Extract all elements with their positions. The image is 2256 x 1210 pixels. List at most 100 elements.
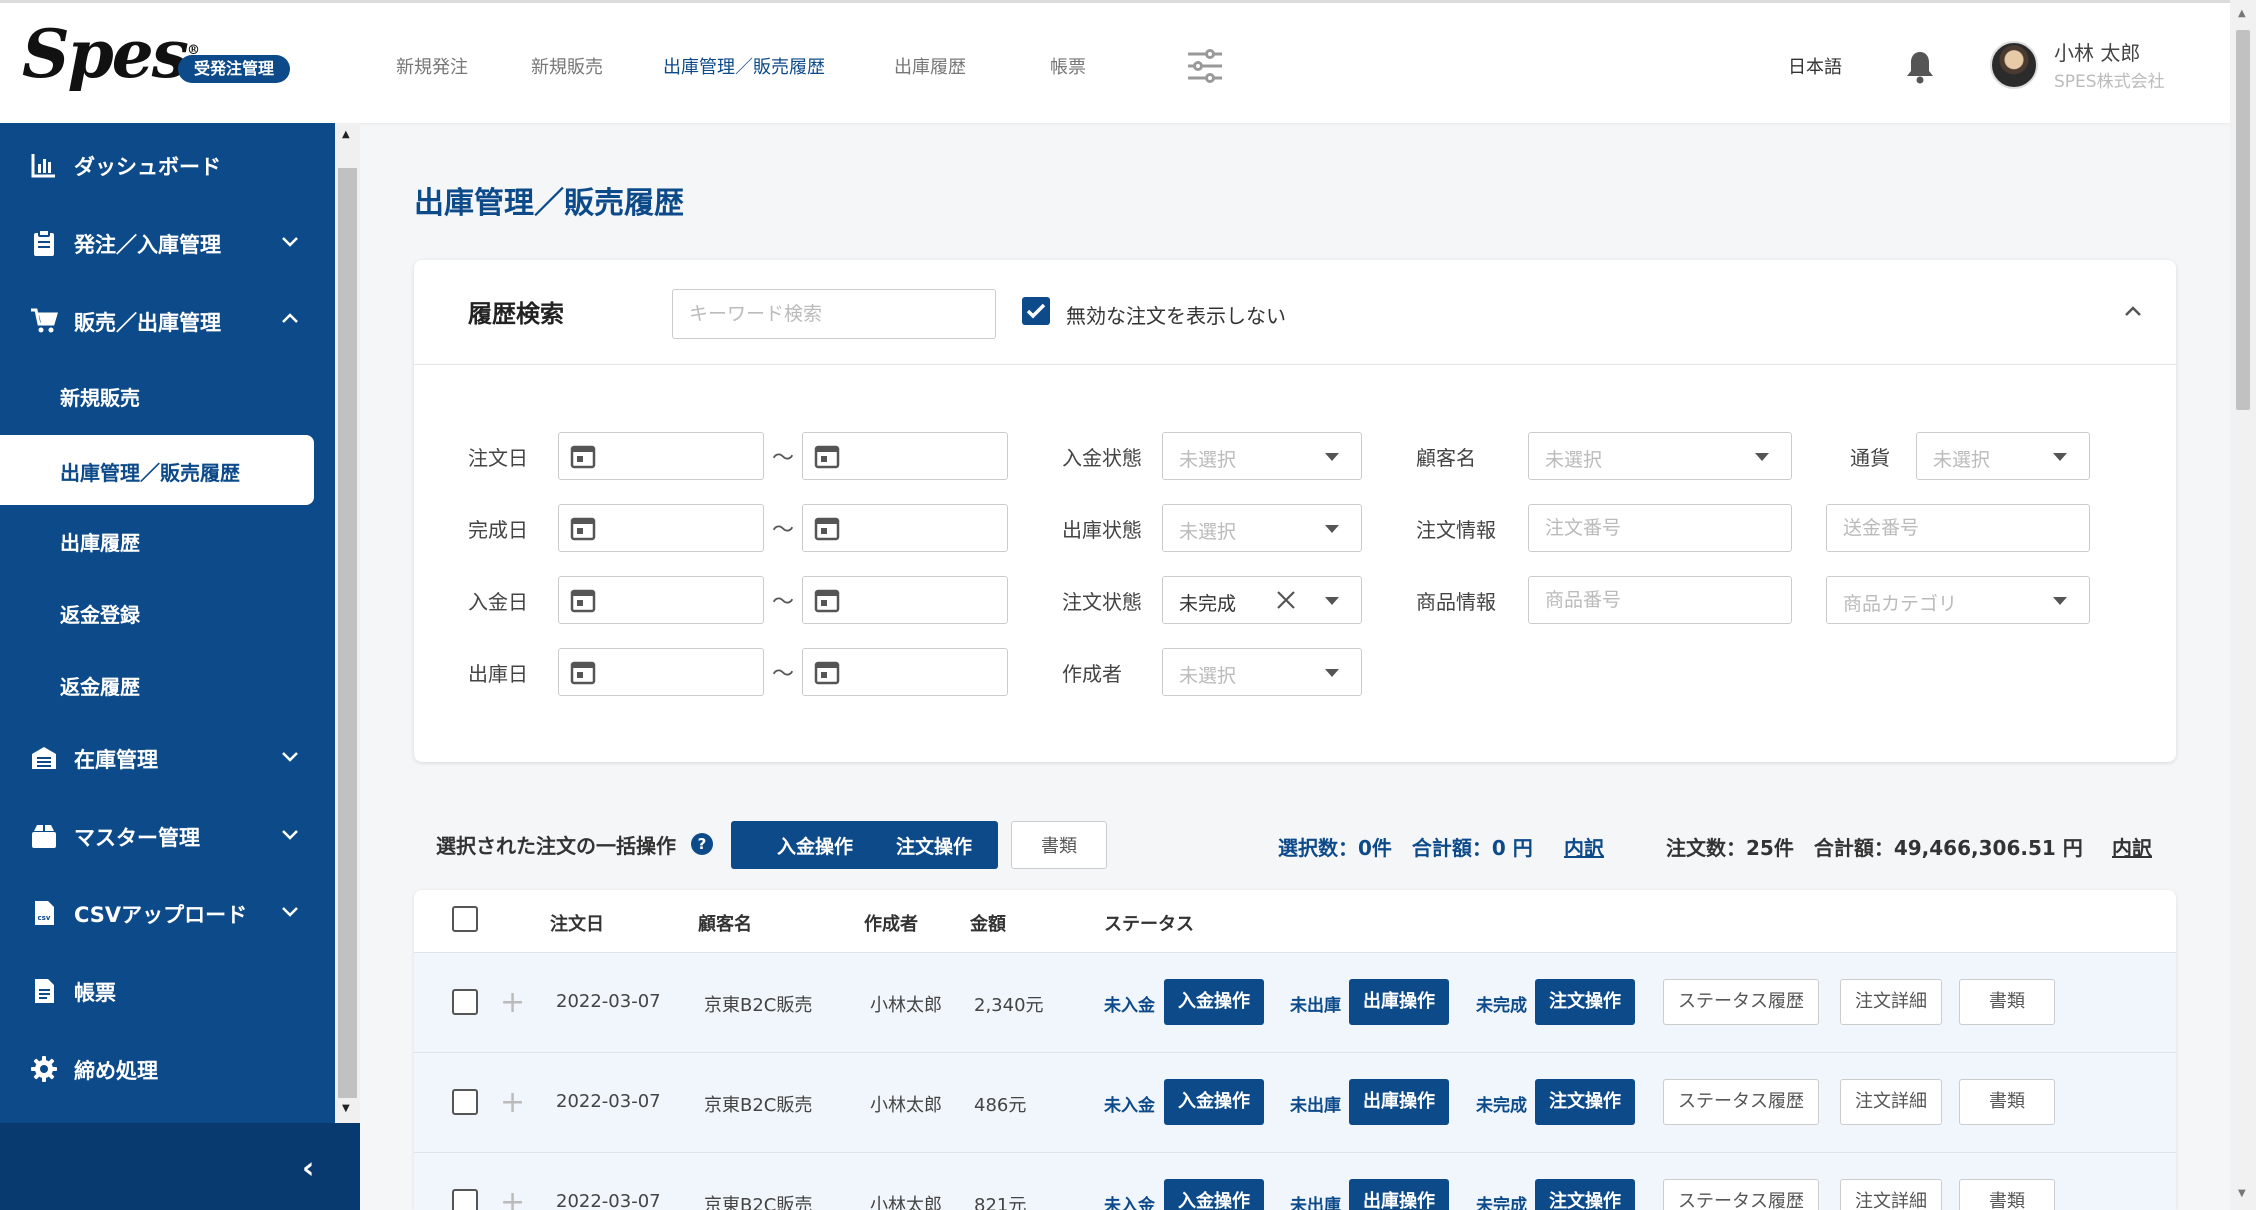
bulk-order-button[interactable]: 注文操作 bbox=[870, 821, 998, 869]
order-date-to[interactable] bbox=[802, 432, 1008, 480]
expand-row-icon[interactable]: + bbox=[500, 985, 525, 1020]
column-header-customer[interactable]: 顧客名 bbox=[698, 910, 752, 936]
payment-operation-button[interactable]: 入金操作 bbox=[1164, 1079, 1264, 1125]
chevron-down-icon[interactable] bbox=[280, 746, 300, 766]
scroll-up-arrow[interactable]: ▲ bbox=[342, 129, 350, 140]
customer-select[interactable]: 未選択 bbox=[1528, 432, 1792, 480]
order-detail-button[interactable]: 注文詳細 bbox=[1840, 979, 1942, 1025]
chevron-up-icon[interactable] bbox=[280, 309, 300, 329]
status-history-button[interactable]: ステータス履歴 bbox=[1663, 979, 1819, 1025]
scroll-down-arrow[interactable]: ▼ bbox=[2238, 1188, 2246, 1199]
order-operation-button[interactable]: 注文操作 bbox=[1535, 979, 1635, 1025]
payment-operation-button[interactable]: 入金操作 bbox=[1164, 1179, 1264, 1210]
total-breakdown-link[interactable]: 内訳 bbox=[2112, 832, 2152, 861]
expand-row-icon[interactable]: + bbox=[500, 1185, 525, 1210]
payment-operation-button[interactable]: 入金操作 bbox=[1164, 979, 1264, 1025]
order-date-from[interactable] bbox=[558, 432, 764, 480]
shipping-operation-button[interactable]: 出庫操作 bbox=[1349, 1179, 1449, 1210]
bell-icon[interactable] bbox=[1905, 49, 1935, 85]
hide-invalid-label[interactable]: 無効な注文を表示しない bbox=[1066, 300, 1286, 329]
topnav-reports[interactable]: 帳票 bbox=[1050, 53, 1086, 79]
payment-status-select[interactable]: 未選択 bbox=[1162, 432, 1362, 480]
user-avatar[interactable] bbox=[1990, 41, 2038, 89]
sidebar-item-closing[interactable]: 締め処理 bbox=[0, 1039, 335, 1099]
sidebar-item-sales-shipping[interactable]: 販売／出庫管理 bbox=[0, 291, 335, 351]
payment-date-from[interactable] bbox=[558, 576, 764, 624]
language-selector[interactable]: 日本語 bbox=[1788, 53, 1842, 79]
search-panel: 履歴検索 無効な注文を表示しない 注文日 ～ 入金状態 未選択 顧客名 未選択 … bbox=[414, 260, 2176, 762]
spes-logo[interactable]: Spes® bbox=[22, 21, 200, 87]
order-status-select[interactable]: 未完成 bbox=[1162, 576, 1362, 624]
bulk-documents-button[interactable]: 書類 bbox=[1011, 821, 1107, 869]
row-checkbox[interactable] bbox=[452, 989, 478, 1015]
documents-button[interactable]: 書類 bbox=[1959, 979, 2055, 1025]
currency-select[interactable]: 未選択 bbox=[1916, 432, 2090, 480]
row-checkbox[interactable] bbox=[452, 1189, 478, 1210]
window-scroll-thumb[interactable] bbox=[2236, 30, 2250, 410]
remittance-number-input[interactable] bbox=[1826, 504, 2090, 552]
status-history-button[interactable]: ステータス履歴 bbox=[1663, 1179, 1819, 1210]
creator-select[interactable]: 未選択 bbox=[1162, 648, 1362, 696]
hide-invalid-checkbox[interactable] bbox=[1022, 297, 1050, 325]
status-history-button[interactable]: ステータス履歴 bbox=[1663, 1079, 1819, 1125]
sidebar-collapse-button[interactable]: ‹ bbox=[302, 1151, 314, 1186]
completion-date-to[interactable] bbox=[802, 504, 1008, 552]
column-header-amount[interactable]: 金額 bbox=[970, 910, 1006, 936]
product-category-select[interactable]: 商品カテゴリ bbox=[1826, 576, 2090, 624]
help-icon[interactable]: ? bbox=[691, 833, 713, 855]
sidebar-item-csv-upload[interactable]: csv CSVアップロード bbox=[0, 883, 335, 943]
documents-button[interactable]: 書類 bbox=[1959, 1079, 2055, 1125]
column-header-creator[interactable]: 作成者 bbox=[864, 910, 918, 936]
completion-date-from[interactable] bbox=[558, 504, 764, 552]
topnav-new-sale[interactable]: 新規販売 bbox=[531, 53, 603, 79]
scroll-up-arrow[interactable]: ▲ bbox=[2238, 8, 2246, 19]
sidebar-scroll-thumb[interactable] bbox=[338, 168, 357, 1098]
shipping-date-from[interactable] bbox=[558, 648, 764, 696]
sidebar-sub-shipping-history[interactable]: 出庫履歴 bbox=[0, 505, 314, 575]
payment-date-to[interactable] bbox=[802, 576, 1008, 624]
shipping-operation-button[interactable]: 出庫操作 bbox=[1349, 1079, 1449, 1125]
caret-down-icon bbox=[1325, 525, 1339, 533]
topnav-new-order[interactable]: 新規発注 bbox=[396, 53, 468, 79]
chevron-down-icon[interactable] bbox=[280, 231, 300, 251]
settings-sliders-icon[interactable] bbox=[1186, 49, 1224, 83]
chevron-down-icon[interactable] bbox=[280, 901, 300, 921]
shipping-date-label: 出庫日 bbox=[468, 662, 528, 686]
sidebar-sub-new-sale[interactable]: 新規販売 bbox=[0, 360, 314, 430]
sidebar-sub-refund-history[interactable]: 返金履歴 bbox=[0, 649, 314, 719]
select-all-checkbox[interactable] bbox=[452, 906, 478, 932]
order-detail-button[interactable]: 注文詳細 bbox=[1840, 1179, 1942, 1210]
sidebar-item-reports[interactable]: 帳票 bbox=[0, 961, 335, 1021]
shipping-date-to[interactable] bbox=[802, 648, 1008, 696]
sidebar-sub-shipping-sales-history[interactable]: 出庫管理／販売履歴 bbox=[0, 435, 314, 505]
chevron-down-icon[interactable] bbox=[280, 824, 300, 844]
keyword-search-input[interactable] bbox=[672, 289, 996, 339]
sidebar-item-purchase-receiving[interactable]: 発注／入庫管理 bbox=[0, 213, 335, 273]
order-operation-button[interactable]: 注文操作 bbox=[1535, 1079, 1635, 1125]
collapse-panel-icon[interactable] bbox=[2122, 300, 2144, 322]
date-range-separator: ～ bbox=[772, 446, 795, 471]
user-name[interactable]: 小林 太郎 bbox=[2054, 37, 2140, 66]
row-checkbox[interactable] bbox=[452, 1089, 478, 1115]
expand-row-icon[interactable]: + bbox=[500, 1085, 525, 1120]
order-number-input[interactable] bbox=[1528, 504, 1792, 552]
sidebar-item-inventory[interactable]: 在庫管理 bbox=[0, 728, 335, 788]
selected-breakdown-link[interactable]: 内訳 bbox=[1564, 832, 1604, 861]
window-scrollbar[interactable]: ▲ ▼ bbox=[2230, 0, 2256, 1210]
sidebar-scrollbar[interactable]: ▲ ▼ bbox=[335, 123, 360, 1123]
sidebar-item-master[interactable]: マスター管理 bbox=[0, 806, 335, 866]
documents-button[interactable]: 書類 bbox=[1959, 1179, 2055, 1210]
order-operation-button[interactable]: 注文操作 bbox=[1535, 1179, 1635, 1210]
sidebar-sub-refund-register[interactable]: 返金登録 bbox=[0, 577, 314, 647]
column-header-order-date[interactable]: 注文日 bbox=[550, 910, 604, 936]
product-number-input[interactable] bbox=[1528, 576, 1792, 624]
shipping-operation-button[interactable]: 出庫操作 bbox=[1349, 979, 1449, 1025]
order-detail-button[interactable]: 注文詳細 bbox=[1840, 1079, 1942, 1125]
scroll-down-arrow[interactable]: ▼ bbox=[342, 1103, 350, 1114]
payment-status-text: 未入金 bbox=[1104, 1196, 1155, 1210]
sidebar-item-dashboard[interactable]: ダッシュボード bbox=[0, 135, 335, 195]
clear-selection-icon[interactable] bbox=[1275, 589, 1297, 611]
topnav-shipping-sales-history[interactable]: 出庫管理／販売履歴 bbox=[663, 53, 825, 79]
shipping-status-select[interactable]: 未選択 bbox=[1162, 504, 1362, 552]
topnav-shipping-history[interactable]: 出庫履歴 bbox=[894, 53, 966, 79]
